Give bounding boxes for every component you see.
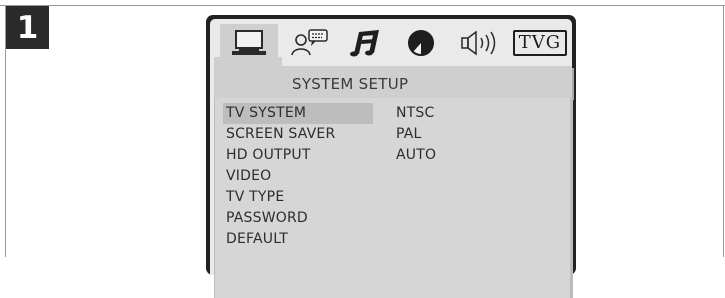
- menu-item-password[interactable]: PASSWORD: [223, 208, 373, 229]
- tab-speaker-setup[interactable]: [452, 24, 508, 62]
- tvg-icon: TVG: [512, 30, 568, 56]
- monitor-icon: [232, 30, 266, 55]
- menu-icon-bar: TVG: [220, 24, 568, 62]
- active-tab-highlight: [214, 57, 282, 98]
- tab-tvg[interactable]: TVG: [512, 24, 568, 62]
- menu-item-screen-saver[interactable]: SCREEN SAVER: [223, 124, 373, 145]
- osd-inner: TVG SYSTEM SETUP TV SYSTEM SCREEN SAVER …: [210, 19, 573, 298]
- osd-screen: TVG SYSTEM SETUP TV SYSTEM SCREEN SAVER …: [206, 15, 576, 298]
- menu-item-hd-output[interactable]: HD OUTPUT: [223, 145, 373, 166]
- tv-system-options: NTSC PAL AUTO: [396, 103, 436, 166]
- option-auto[interactable]: AUTO: [396, 145, 436, 166]
- audio-note-icon: [350, 30, 379, 57]
- frame-top-rule: [0, 5, 725, 6]
- step-number-badge: 1: [6, 6, 49, 49]
- tab-language-setup[interactable]: [284, 24, 336, 62]
- setup-menu-list: TV SYSTEM SCREEN SAVER HD OUTPUT VIDEO T…: [223, 103, 373, 250]
- menu-item-video[interactable]: VIDEO: [223, 166, 373, 187]
- tab-video-setup[interactable]: [398, 24, 444, 62]
- menu-item-tv-system[interactable]: TV SYSTEM: [223, 103, 373, 124]
- page-title: SYSTEM SETUP: [292, 75, 409, 93]
- speaker-icon: [461, 30, 496, 56]
- tab-system-setup[interactable]: [220, 24, 278, 62]
- frame-right-rule: [723, 5, 724, 257]
- tvg-label: TVG: [518, 32, 562, 53]
- option-pal[interactable]: PAL: [396, 124, 436, 145]
- tab-audio-setup[interactable]: [340, 24, 392, 62]
- language-icon: [291, 29, 328, 56]
- option-ntsc[interactable]: NTSC: [396, 103, 436, 124]
- menu-item-default[interactable]: DEFAULT: [223, 229, 373, 250]
- menu-item-tv-type[interactable]: TV TYPE: [223, 187, 373, 208]
- video-adjust-icon: [408, 30, 434, 56]
